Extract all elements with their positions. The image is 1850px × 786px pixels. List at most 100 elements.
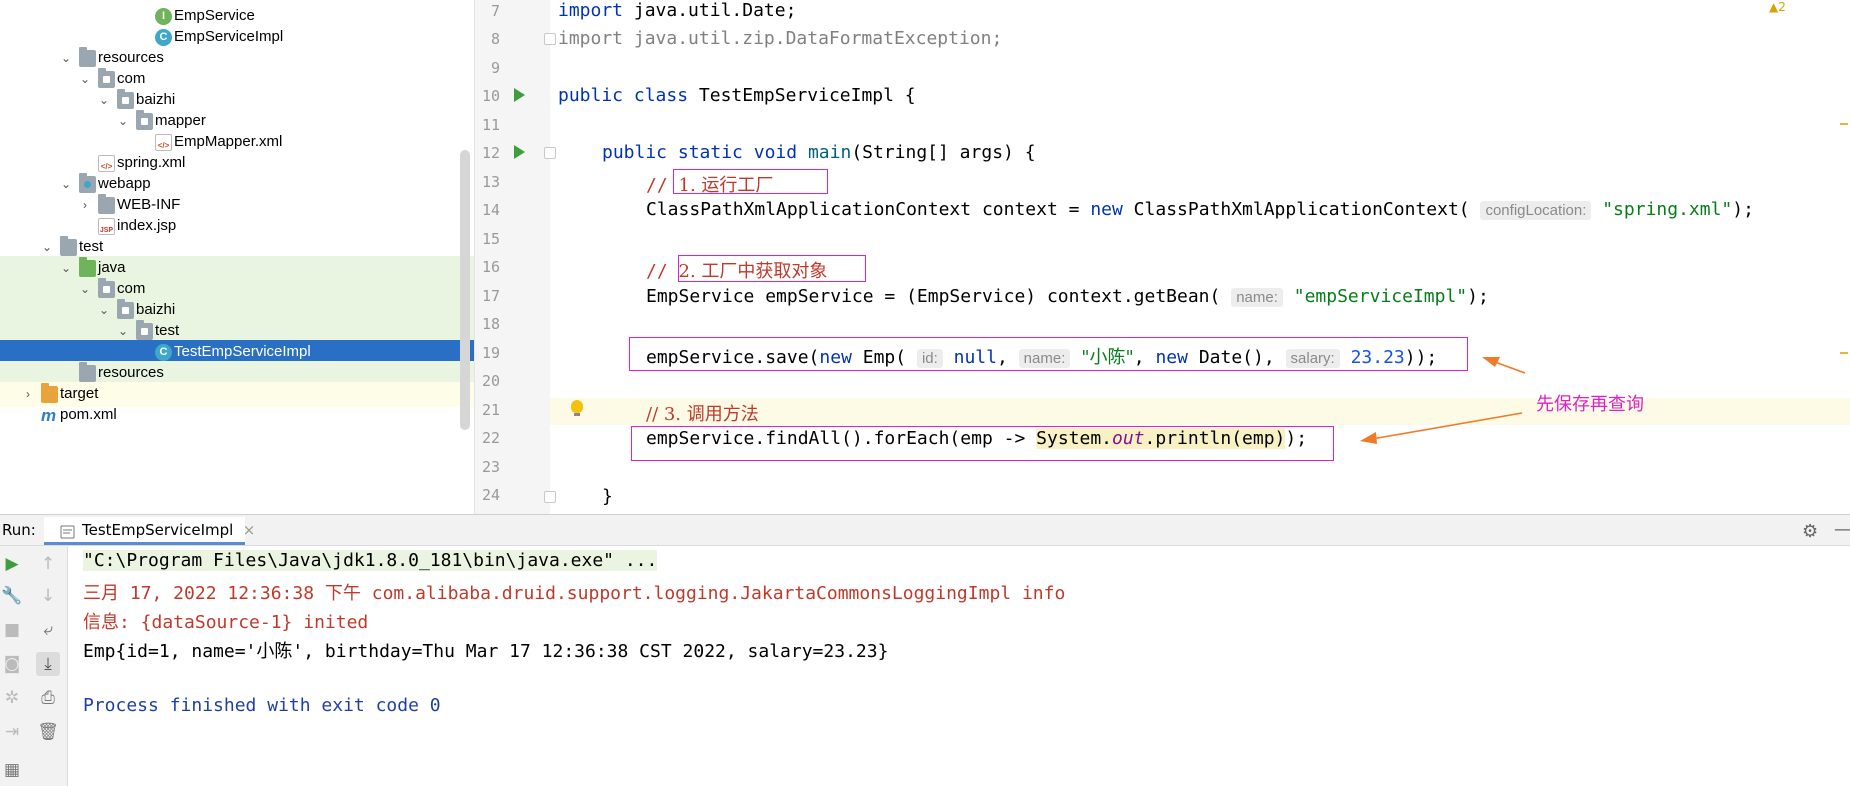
fold-icon[interactable] <box>544 147 556 159</box>
warning-count[interactable]: ▲2 <box>1769 0 1786 14</box>
annotation-box-save <box>629 337 1468 371</box>
tree-item-label: spring.xml <box>117 154 186 171</box>
console-line: "C:\Program Files\Java\jdk1.8.0_181\bin\… <box>83 550 658 571</box>
arrow-down-icon[interactable]: ↓ <box>36 584 60 608</box>
token: ); <box>1732 199 1754 220</box>
maven-icon: m <box>41 406 57 425</box>
token: EmpService empService = (EmpService) con… <box>646 286 1221 307</box>
line-number: 9 <box>490 59 500 77</box>
chevron-down-icon[interactable]: ⌄ <box>116 113 130 129</box>
line-number: 23 <box>481 458 500 476</box>
excluded-folder-icon <box>41 383 58 403</box>
line-number: 15 <box>481 230 500 248</box>
web-folder-icon <box>79 173 96 193</box>
tree-item-label: EmpServiceImpl <box>174 28 284 45</box>
scroll-to-end-icon[interactable]: ⤓ <box>36 652 60 676</box>
folder-icon <box>98 194 115 214</box>
rerun-icon[interactable]: ▶ <box>0 552 24 576</box>
chevron-down-icon[interactable]: ⌄ <box>97 302 111 318</box>
soft-wrap-icon[interactable]: ⤶ <box>36 618 60 642</box>
tree-item-pom-xml[interactable]: m pom.xml <box>0 403 474 428</box>
error-stripe-mark[interactable] <box>1840 352 1848 354</box>
fold-icon[interactable] <box>544 491 556 503</box>
chevron-down-icon[interactable]: ⌄ <box>59 50 73 66</box>
package-icon <box>117 299 134 319</box>
token: java.util.Date; <box>633 0 797 21</box>
settings-icon[interactable]: ✲ <box>0 686 24 710</box>
gear-icon[interactable]: ⚙ <box>1802 521 1818 542</box>
exit-icon[interactable]: ⇥ <box>0 720 24 744</box>
project-tree: I EmpService C EmpServiceImpl ⌄ resource… <box>0 0 474 514</box>
chevron-down-icon[interactable]: ⌄ <box>59 260 73 276</box>
tree-item-label: com <box>117 70 146 87</box>
close-icon[interactable]: × <box>243 517 256 543</box>
run-class-icon[interactable] <box>514 88 525 102</box>
arrow-up-icon[interactable]: ↑ <box>36 552 60 576</box>
arrowhead <box>1482 357 1500 367</box>
console-line: 三月 17, 2022 12:36:38 下午 com.alibaba.drui… <box>83 583 1066 604</box>
camera-icon[interactable]: ◙ <box>0 652 24 676</box>
chevron-down-icon[interactable]: ⌄ <box>78 281 92 297</box>
token: "spring.xml" <box>1602 199 1733 220</box>
run-tab-label: TestEmpServiceImpl <box>82 521 234 539</box>
line-number: 12 <box>481 144 500 162</box>
tree-item-label: resources <box>98 49 164 66</box>
token: // <box>646 261 668 282</box>
lightbulb-icon[interactable] <box>571 400 583 416</box>
line-number: 24 <box>481 486 500 504</box>
wrench-icon[interactable]: 🔧 <box>0 584 24 608</box>
code-line-7: import java.util.Date; <box>558 0 796 21</box>
token: ); <box>1467 286 1489 307</box>
arrowhead <box>1360 432 1377 444</box>
chevron-down-icon[interactable]: ⌄ <box>40 239 54 255</box>
error-stripe-mark[interactable] <box>1840 123 1848 125</box>
tree-item-label: test <box>155 322 180 339</box>
code-line-10: public class TestEmpServiceImpl { <box>558 85 916 106</box>
tree-item-label: pom.xml <box>60 406 117 423</box>
token: ClassPathXmlApplicationContext context = <box>646 199 1091 220</box>
fold-icon[interactable] <box>544 33 556 45</box>
package-icon <box>117 89 134 109</box>
stop-icon[interactable]: ■ <box>0 618 24 642</box>
line-number: 21 <box>481 401 500 419</box>
chevron-down-icon[interactable]: ⌄ <box>78 71 92 87</box>
token: import java.util.zip.DataFormatException… <box>558 28 1003 49</box>
trash-icon[interactable]: 🗑 <box>36 720 60 744</box>
chevron-down-icon[interactable]: ⌄ <box>116 323 130 339</box>
package-icon <box>136 110 153 130</box>
token: void <box>753 142 798 163</box>
layout-icon[interactable]: ▦ <box>0 758 24 782</box>
annotation-box-1 <box>673 169 828 194</box>
tree-item-label: TestEmpServiceImpl <box>174 343 311 360</box>
run-main-icon[interactable] <box>514 145 525 159</box>
run-tab[interactable]: TestEmpServiceImpl × <box>44 517 255 545</box>
line-number: 8 <box>490 30 500 48</box>
minimize-icon[interactable]: — <box>1834 519 1850 540</box>
tree-item-label: target <box>60 385 99 402</box>
token: (String[] args) { <box>851 142 1036 163</box>
console-line: Emp{id=1, name='小陈', birthday=Thu Mar 17… <box>83 641 889 662</box>
tree-scrollbar[interactable] <box>460 150 470 430</box>
chevron-down-icon[interactable]: ⌄ <box>59 176 73 192</box>
code-line-21: // 3. 调用方法 <box>646 400 759 426</box>
run-config-icon <box>60 522 76 539</box>
line-number: 20 <box>481 372 500 390</box>
xml-file-icon <box>155 134 172 151</box>
code-line-14: ClassPathXmlApplicationContext context =… <box>646 199 1754 220</box>
class-icon: C <box>155 29 172 46</box>
chevron-down-icon[interactable]: ⌄ <box>97 92 111 108</box>
line-number: 22 <box>481 429 500 447</box>
run-toolbar: Run: TestEmpServiceImpl × ⚙ — <box>0 514 1850 546</box>
token: static <box>677 142 743 163</box>
token: TestEmpServiceImpl { <box>698 85 916 106</box>
annotation-text: 先保存再查询 <box>1536 394 1644 415</box>
tree-item-label: test <box>79 238 104 255</box>
arrow-to-save <box>1494 361 1526 374</box>
token: "empServiceImpl" <box>1293 286 1468 307</box>
package-icon <box>98 278 115 298</box>
chevron-right-icon[interactable]: › <box>78 197 92 213</box>
print-icon[interactable]: ⎙ <box>36 686 60 710</box>
chevron-right-icon[interactable]: › <box>21 386 35 402</box>
run-label: Run: <box>2 521 36 539</box>
tree-item-label: mapper <box>155 112 206 129</box>
